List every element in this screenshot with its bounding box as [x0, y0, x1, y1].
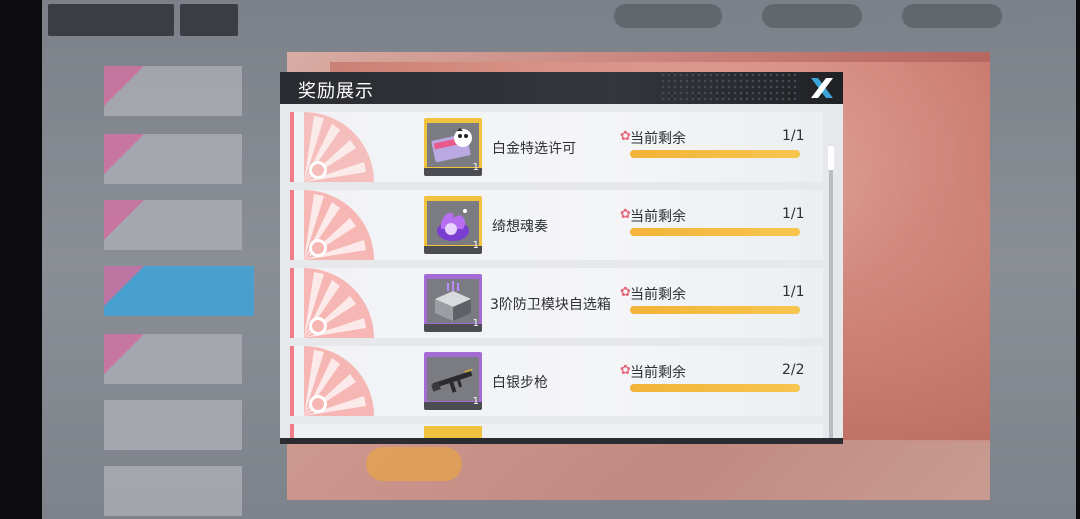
remaining-label: 当前剩余: [630, 287, 686, 303]
reward-row: 1 3阶防卫模块自选箱 ✿ 当前剩余 1/1: [290, 268, 823, 338]
side-tab-2: [104, 134, 242, 184]
remaining-label: 当前剩余: [630, 365, 686, 381]
fan-decoration-icon: [304, 190, 374, 260]
bg-action-button: [366, 447, 462, 481]
resource-bar-3: [902, 4, 1002, 28]
reward-item-slot[interactable]: 1: [424, 352, 482, 410]
remaining-bar: [630, 150, 800, 158]
reward-row: 1 绮想魂奏 ✿ 当前剩余 1/1: [290, 190, 823, 260]
resource-bar-2: [762, 4, 862, 28]
remaining-label: 当前剩余: [630, 209, 686, 225]
fan-decoration-icon: [304, 112, 374, 182]
remaining-count: 1/1: [782, 206, 805, 222]
reward-name: 白银步枪: [492, 375, 548, 391]
resource-plus-3: [1007, 6, 1027, 26]
remaining-count: 1/1: [782, 284, 805, 300]
remaining-bar: [630, 228, 800, 236]
reward-name: 白金特选许可: [492, 141, 576, 157]
reward-name: 绮想魂奏: [492, 219, 548, 235]
remaining-bar: [630, 306, 800, 314]
side-tab-active: [104, 266, 254, 316]
rifle-icon: [427, 357, 479, 401]
crate-icon: [427, 279, 479, 323]
remaining-bar: [630, 384, 800, 392]
dialog-title: 奖励展示: [298, 81, 374, 102]
remaining-count: 2/2: [782, 362, 805, 378]
reward-dialog: 奖励展示 1 白金特选许可 ✿ 当前剩余 1/1 1 绮想魂奏 ✿ 当前剩余 1…: [280, 72, 843, 444]
right-edge: [1076, 0, 1080, 519]
side-tab-1: [104, 66, 242, 116]
fan-decoration-icon: [304, 346, 374, 416]
reward-list: 1 白金特选许可 ✿ 当前剩余 1/1 1 绮想魂奏 ✿ 当前剩余 1/1 1 …: [280, 104, 843, 438]
close-icon[interactable]: [809, 76, 835, 100]
purple-orb-icon: [427, 201, 479, 245]
remaining-count: 1/1: [782, 128, 805, 144]
home-button-bg: [180, 4, 238, 36]
side-tab-3: [104, 200, 242, 250]
reward-item-slot[interactable]: 1: [424, 118, 482, 176]
left-edge: [0, 0, 42, 519]
reward-item-slot[interactable]: 1: [424, 196, 482, 254]
reward-row-partial: [290, 424, 823, 438]
scrollbar-thumb[interactable]: [828, 146, 834, 170]
dialog-header: 奖励展示: [280, 72, 843, 104]
side-tab-5: [104, 334, 242, 384]
reward-row: 1 白金特选许可 ✿ 当前剩余 1/1: [290, 112, 823, 182]
resource-plus-2: [867, 6, 887, 26]
resource-plus-1: [727, 6, 747, 26]
remaining-label: 当前剩余: [630, 131, 686, 147]
reward-name: 3阶防卫模块自选箱: [490, 297, 611, 313]
resource-bar-1: [614, 4, 722, 28]
scrollbar-track[interactable]: [829, 146, 833, 438]
side-tab-7: [104, 466, 242, 516]
fan-decoration-icon: [304, 268, 374, 338]
side-tab-6: [104, 400, 242, 450]
reward-item-slot[interactable]: 1: [424, 274, 482, 332]
back-button-bg: [48, 4, 174, 36]
reward-row: 1 白银步枪 ✿ 当前剩余 2/2: [290, 346, 823, 416]
ticket-icon: [427, 123, 479, 167]
